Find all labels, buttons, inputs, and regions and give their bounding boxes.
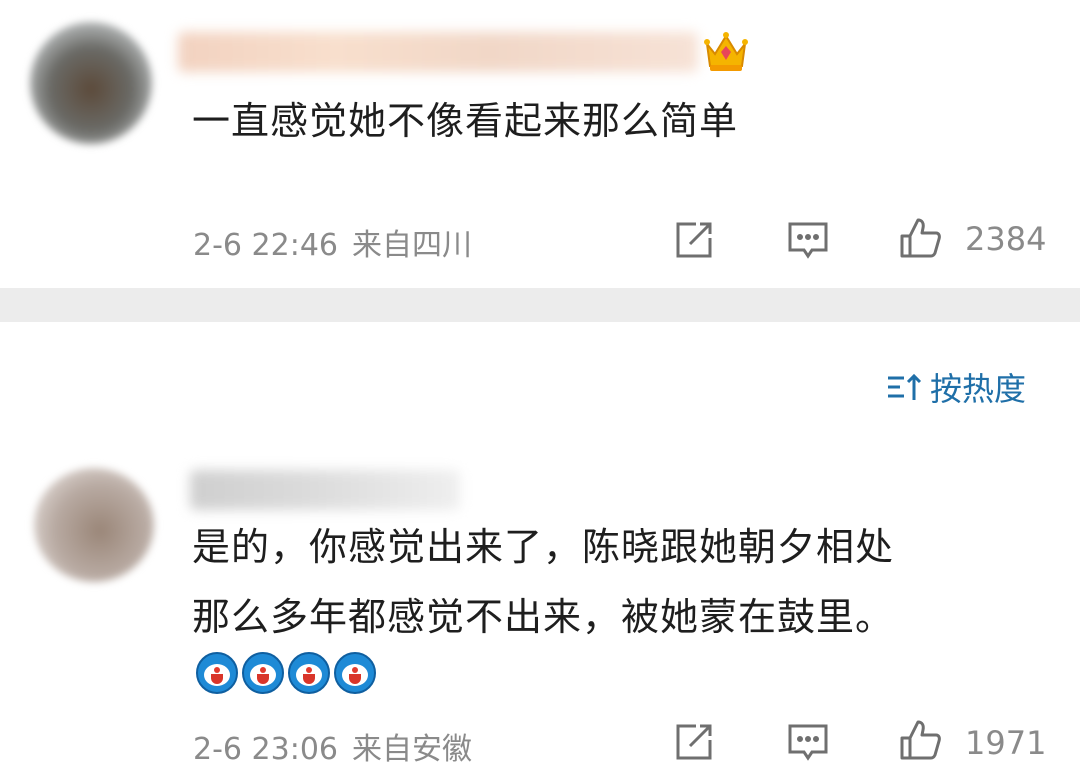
- comment-item: 是的，你感觉出来了，陈晓跟她朝夕相处 那么多年都感觉不出来，被她蒙在鼓里。 2-…: [0, 0, 1080, 773]
- doraemon-icon: [334, 652, 376, 694]
- username-blurred[interactable]: [190, 470, 460, 510]
- like-count: 1971: [965, 724, 1047, 762]
- doraemon-icon: [242, 652, 284, 694]
- share-icon[interactable]: [672, 720, 716, 764]
- avatar[interactable]: [34, 468, 154, 582]
- doraemon-icon: [196, 652, 238, 694]
- doraemon-icon: [288, 652, 330, 694]
- timestamp: 2-6 23:06: [193, 732, 338, 767]
- comment-meta: 2-6 23:06 来自安徽: [193, 724, 486, 768]
- comment-text-line: 是的，你感觉出来了，陈晓跟她朝夕相处: [192, 525, 895, 569]
- emoji-row: [196, 652, 376, 694]
- location: 来自安徽: [352, 732, 472, 767]
- like-icon[interactable]: [898, 718, 942, 762]
- comment-text: 是的，你感觉出来了，陈晓跟她朝夕相处 那么多年都感觉不出来，被她蒙在鼓里。: [192, 512, 894, 652]
- comment-icon[interactable]: [786, 720, 830, 764]
- comment-text-line: 那么多年都感觉不出来，被她蒙在鼓里。: [192, 595, 895, 639]
